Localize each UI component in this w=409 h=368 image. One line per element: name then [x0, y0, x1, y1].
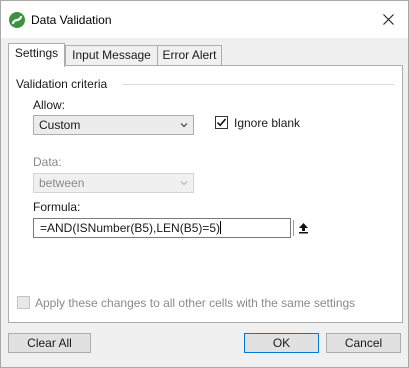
formula-value: =AND(ISNumber(B5),LEN(B5)=5): [40, 221, 221, 235]
ignore-blank-label: Ignore blank: [234, 116, 301, 130]
group-divider: [122, 84, 394, 85]
apply-all-checkbox[interactable]: [17, 296, 30, 309]
data-label: Data:: [33, 155, 62, 169]
ok-button[interactable]: OK: [244, 333, 319, 353]
checkmark-icon: [216, 118, 227, 127]
collapse-arrow-icon: [298, 223, 308, 234]
tab-input-message[interactable]: Input Message: [65, 45, 158, 66]
formula-label: Formula:: [33, 200, 81, 214]
ignore-blank-checkbox[interactable]: [215, 116, 228, 129]
allow-select[interactable]: Custom: [33, 115, 194, 135]
close-button[interactable]: [373, 6, 403, 32]
tab-settings[interactable]: Settings: [8, 43, 65, 67]
apply-all-label: Apply these changes to all other cells w…: [35, 296, 356, 310]
cancel-button[interactable]: Cancel: [326, 333, 401, 353]
title-bar: Data Validation: [1, 1, 408, 38]
allow-select-value: Custom: [39, 118, 81, 132]
data-select-value: between: [39, 176, 85, 190]
validation-criteria-heading: Validation criteria: [16, 77, 108, 91]
close-icon: [382, 13, 394, 25]
allow-label: Allow:: [33, 98, 66, 112]
range-select-button[interactable]: [293, 220, 312, 236]
text-caret: [220, 221, 222, 234]
data-validation-dialog: Data Validation Settings Input Message E…: [0, 0, 409, 368]
chevron-down-icon: [180, 123, 188, 128]
tab-error-alert[interactable]: Error Alert: [157, 45, 222, 66]
window-title: Data Validation: [31, 13, 112, 27]
clear-all-button[interactable]: Clear All: [8, 333, 91, 353]
app-logo-icon: [9, 12, 25, 28]
settings-panel: Validation criteria Allow: Custom Ignore…: [8, 65, 403, 323]
formula-input[interactable]: =AND(ISNumber(B5),LEN(B5)=5): [33, 218, 312, 238]
chevron-down-icon: [180, 181, 188, 186]
data-select[interactable]: between: [33, 173, 194, 193]
